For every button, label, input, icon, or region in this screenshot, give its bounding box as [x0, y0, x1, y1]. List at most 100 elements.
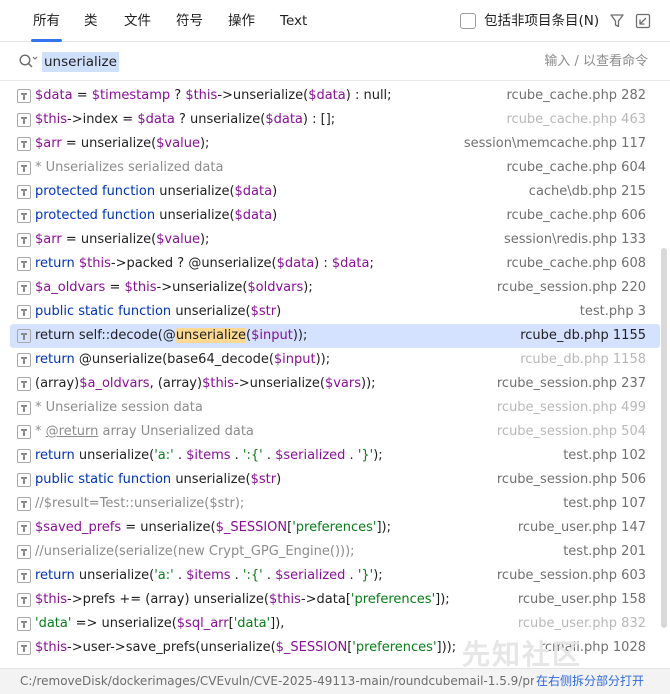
text-occurrence-icon	[17, 617, 31, 631]
tab-symbols[interactable]: 符号	[176, 0, 203, 42]
code-token: unserialize(	[159, 184, 235, 199]
result-row[interactable]: * Unserialize session data rcube_session.…	[10, 396, 660, 420]
tab-all[interactable]: 所有	[31, 0, 62, 42]
match-highlight: unserialize	[175, 328, 247, 343]
tab-files[interactable]: 文件	[124, 0, 151, 42]
code-token: ) :	[314, 256, 332, 271]
code-token: $value	[156, 136, 200, 151]
code-token: ]));	[436, 640, 457, 655]
result-row[interactable]: return unserialize('a:' . $items . ':{' …	[10, 444, 660, 468]
code-token: (array)	[35, 376, 80, 391]
result-row[interactable]: $saved_prefs = unserialize($_SESSION['pr…	[10, 516, 660, 540]
code-token: $str	[250, 472, 277, 487]
text-occurrence-icon	[17, 233, 31, 247]
code-token: @unserialize(base64_decode(	[78, 352, 274, 367]
code-token: $items	[186, 448, 231, 463]
text-occurrence-icon	[17, 569, 31, 583]
result-row[interactable]: $data = $timestamp ? $this->unserialize(…	[10, 84, 660, 108]
code-token: ->user->save_prefs(unserialize(	[67, 640, 276, 655]
result-row[interactable]: $a_oldvars = $this->unserialize($oldvars…	[10, 276, 660, 300]
text-occurrence-icon	[17, 257, 31, 271]
code-token: );	[199, 136, 210, 151]
text-occurrence-icon	[17, 449, 31, 463]
code-token: unserialize(	[175, 304, 251, 319]
result-row[interactable]: 'data' => unserialize($sql_arr['data']),…	[10, 612, 660, 636]
code-token: $saved_prefs	[35, 520, 122, 535]
result-code: * Unserializes serialized data	[35, 156, 223, 180]
result-file-location: rcube_cache.php 463	[506, 112, 646, 127]
result-row[interactable]: public static function unserialize($str)…	[10, 300, 660, 324]
result-code: return $this->packed ? @unserialize($dat…	[35, 252, 374, 276]
code-token: unserialize(	[159, 208, 235, 223]
filter-icon[interactable]	[608, 12, 626, 30]
text-occurrence-icon	[17, 401, 31, 415]
code-token: ->unserialize(	[217, 88, 309, 103]
result-row[interactable]: $this->index = $data ? unserialize($data…	[10, 108, 660, 132]
result-code: public static function unserialize($str)	[35, 468, 281, 492]
code-token: .	[173, 448, 187, 463]
code-token: protected function	[35, 184, 160, 199]
result-row[interactable]: return self::decode(@unserialize($input)…	[10, 324, 660, 348]
code-token: $arr	[35, 136, 62, 151]
scrollbar-thumb[interactable]	[661, 248, 667, 628]
result-code: (array)$a_oldvars, (array)$this->unseria…	[35, 372, 376, 396]
text-occurrence-icon	[17, 641, 31, 655]
result-row[interactable]: return unserialize('a:' . $items . ':{' …	[10, 564, 660, 588]
code-token: return	[35, 568, 79, 583]
result-file-location: rcmail.php 1028	[539, 640, 646, 655]
code-token: 'data'	[233, 616, 271, 631]
code-token: return	[35, 256, 79, 271]
result-row[interactable]: public static function unserialize($str)…	[10, 468, 660, 492]
result-row[interactable]: //unserialize(serialize(new Crypt_GPG_En…	[10, 540, 660, 564]
result-row[interactable]: $this->prefs += (array) unserialize($thi…	[10, 588, 660, 612]
text-occurrence-icon	[17, 209, 31, 223]
text-occurrence-icon	[17, 473, 31, 487]
result-code: //$result=Test::unserialize($str);	[35, 492, 244, 516]
code-token: unserialize(	[78, 448, 155, 463]
code-token: $this	[78, 256, 111, 271]
result-row[interactable]: $arr = unserialize($value); session\redis…	[10, 228, 660, 252]
result-file-location: test.php 102	[563, 448, 646, 463]
code-token: //$result=Test::unserialize($str);	[35, 496, 245, 511]
code-token: 'preferences'	[350, 592, 436, 607]
result-code: $arr = unserialize($value);	[35, 132, 209, 156]
code-token: ]),	[270, 616, 285, 631]
text-occurrence-icon	[17, 353, 31, 367]
result-row[interactable]: return $this->packed ? @unserialize($dat…	[10, 252, 660, 276]
include-non-project-label[interactable]: 包括非项目条目(N)	[484, 0, 599, 42]
result-row[interactable]: protected function unserialize($data) rcu…	[10, 204, 660, 228]
result-row[interactable]: * Unserializes serialized data rcube_cach…	[10, 156, 660, 180]
code-token: $timestamp	[91, 88, 171, 103]
text-occurrence-icon	[17, 521, 31, 535]
code-token: ));	[292, 328, 308, 343]
result-code: protected function unserialize($data)	[35, 204, 277, 228]
result-row[interactable]: $arr = unserialize($value); session\memca…	[10, 132, 660, 156]
code-token: $this	[202, 376, 235, 391]
result-row[interactable]: * @return array Unserialized data rcube_s…	[10, 420, 660, 444]
result-row[interactable]: $this->user->save_prefs(unserialize($_SE…	[10, 636, 660, 660]
open-in-window-icon[interactable]	[634, 12, 652, 30]
code-token: => unserialize(	[71, 616, 177, 631]
tab-classes[interactable]: 类	[84, 0, 98, 42]
status-bar: C:/removeDisk/dockerimages/CVEvuln/CVE-2…	[0, 668, 670, 694]
result-row[interactable]: (array)$a_oldvars, (array)$this->unseria…	[10, 372, 660, 396]
result-file-location: rcube_db.php 1155	[520, 328, 646, 343]
tab-text[interactable]: Text	[280, 0, 307, 42]
tab-actions[interactable]: 操作	[228, 0, 255, 42]
include-non-project-checkbox[interactable]	[460, 13, 476, 29]
code-token: )	[272, 184, 278, 199]
code-token: $data	[234, 208, 273, 223]
code-token: ));	[361, 376, 376, 391]
code-token: = unserialize(	[61, 136, 157, 151]
result-row[interactable]: return @unserialize(base64_decode($input…	[10, 348, 660, 372]
code-token: $data	[308, 88, 346, 103]
result-file-location: rcube_user.php 158	[517, 592, 646, 607]
search-input[interactable]: unserialize	[42, 52, 119, 72]
code-token: , (array)	[149, 376, 203, 391]
text-occurrence-icon	[17, 305, 31, 319]
result-row[interactable]: //$result=Test::unserialize($str); test.p…	[10, 492, 660, 516]
code-token: );	[303, 280, 313, 295]
result-row[interactable]: protected function unserialize($data) cac…	[10, 180, 660, 204]
text-occurrence-icon	[17, 281, 31, 295]
open-split-link[interactable]: 在右侧拆分部分打开	[533, 669, 644, 693]
